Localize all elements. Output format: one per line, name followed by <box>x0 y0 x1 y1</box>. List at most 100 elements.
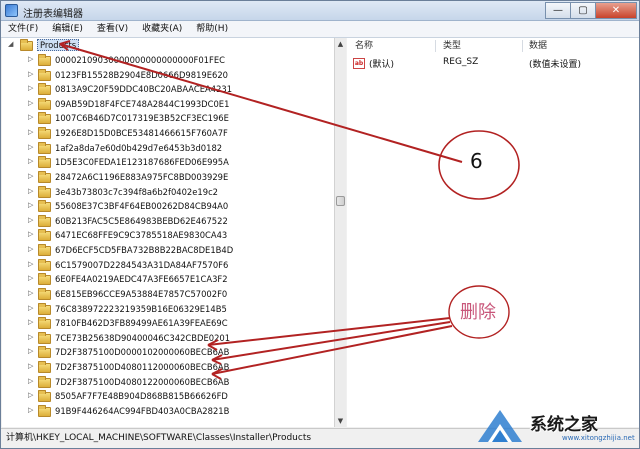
menu-help[interactable]: 帮助(H) <box>189 21 235 37</box>
tree-item[interactable]: ▷ 8505AF7F7E48B904D868B815B66626FD <box>2 390 334 405</box>
expand-arrow-icon[interactable]: ▷ <box>28 113 33 121</box>
expand-arrow-icon[interactable]: ▷ <box>28 260 33 268</box>
expand-arrow-icon[interactable]: ▷ <box>28 143 33 151</box>
delete-annotation-label: 删除 <box>460 302 496 323</box>
tree-item[interactable]: ▷ 09AB59D18F4FCE748A2844C1993DC0E1 <box>2 97 334 113</box>
tree-item[interactable]: ▷ 7D2F3875100D0000102000060BECB6AB <box>2 346 334 361</box>
menu-file[interactable]: 文件(F) <box>1 21 45 37</box>
tree-item[interactable]: ▷ 7D2F3875100D4080112000060BECB6AB <box>2 361 334 376</box>
watermark-logo-icon <box>478 410 522 442</box>
tree-item[interactable]: ▷ 91B9F446264AC994FBD403A0CBA2821B <box>2 404 334 420</box>
tree-item[interactable]: ▷ 3e43b73803c7c394f8a6b2f0402e19c2 <box>2 185 334 201</box>
tree-item-label: 1926E8D15D0BCE53481466615F760A7F <box>55 128 228 139</box>
collapse-arrow-icon[interactable]: ◢ <box>8 40 13 48</box>
menu-favorites[interactable]: 收藏夹(A) <box>135 21 189 37</box>
tree-item[interactable]: ▷ 67D6ECF5CD5FBA732B8B22BAC8DE1B4D <box>2 244 334 259</box>
expand-arrow-icon[interactable]: ▷ <box>28 289 33 297</box>
string-value-icon: ab <box>353 58 365 69</box>
tree-item-label: 6E0FE4A0219AEDC47A3FE6657E1CA3F2 <box>55 274 228 285</box>
tree-item[interactable]: ▷ 60B213FAC5C5E864983BEBD62E467522 <box>2 214 334 230</box>
folder-icon <box>38 214 51 227</box>
tree-item[interactable]: ▷ 6E815EB96CCE9A53884E7857C57002F0 <box>2 287 334 303</box>
expand-arrow-icon[interactable]: ▷ <box>28 55 33 63</box>
folder-icon <box>38 83 51 96</box>
folder-icon <box>38 361 51 374</box>
step-number-label: 6 <box>470 149 483 173</box>
tree-item[interactable]: ▷ 7810FB462D3FB89499AE61A39FEAE69C <box>2 317 334 332</box>
scroll-thumb[interactable] <box>336 196 345 206</box>
tree-item[interactable]: ▷ 00002109030000000000000000F01FEC <box>2 54 334 69</box>
expand-arrow-icon[interactable]: ▷ <box>28 362 33 370</box>
tree-item[interactable]: ▷ 6E0FE4A0219AEDC47A3FE6657E1CA3F2 <box>2 273 334 288</box>
tree-item[interactable]: ▷ 1D5E3C0FEDA1E123187686FED06E995A <box>2 156 334 171</box>
column-separator[interactable] <box>435 40 436 52</box>
expand-arrow-icon[interactable]: ▷ <box>28 216 33 224</box>
expand-arrow-icon[interactable]: ▷ <box>28 230 33 238</box>
expand-arrow-icon[interactable]: ▷ <box>28 274 33 282</box>
expand-arrow-icon[interactable]: ▷ <box>28 245 33 253</box>
tree-item[interactable]: ▷ 1926E8D15D0BCE53481466615F760A7F <box>2 127 334 142</box>
tree-root-row[interactable]: ◢ Products <box>2 39 334 54</box>
expand-arrow-icon[interactable]: ▷ <box>28 128 33 136</box>
watermark-url: www.xitongzhijia.net <box>562 434 635 442</box>
menu-edit[interactable]: 编辑(E) <box>45 21 90 37</box>
tree-item[interactable]: ▷ 0123FB15528B2904E8D0666D9819E620 <box>2 68 334 84</box>
expand-arrow-icon[interactable]: ▷ <box>28 187 33 195</box>
folder-icon <box>38 127 51 140</box>
close-button[interactable]: ✕ <box>595 2 637 19</box>
expand-arrow-icon[interactable]: ▷ <box>28 84 33 92</box>
expand-arrow-icon[interactable]: ▷ <box>28 347 33 355</box>
maximize-button[interactable]: ▢ <box>570 2 596 19</box>
tree-item-label: 1007C6B46D7C017319E3B52CF3EC196E <box>55 113 229 124</box>
column-header-data[interactable]: 数据 <box>529 38 547 54</box>
value-name[interactable]: (默认) <box>369 57 394 70</box>
folder-icon <box>38 54 51 66</box>
expand-arrow-icon[interactable]: ▷ <box>28 201 33 209</box>
tree-item-label: 7D2F3875100D0000102000060BECB6AB <box>55 347 230 358</box>
minimize-button[interactable]: — <box>545 2 571 19</box>
value-data: (数值未设置) <box>529 60 582 70</box>
folder-icon <box>38 170 51 183</box>
column-header-type[interactable]: 类型 <box>443 38 461 54</box>
expand-arrow-icon[interactable]: ▷ <box>28 304 33 312</box>
menu-view[interactable]: 查看(V) <box>90 21 135 37</box>
folder-open-icon <box>20 39 33 51</box>
folder-icon <box>38 346 51 359</box>
tree-item[interactable]: ▷ 0813A9C20F59DDC40BC20ABAACEA4231 <box>2 83 334 98</box>
expand-arrow-icon[interactable]: ▷ <box>28 406 33 414</box>
title-bar: 注册表编辑器 — ▢ ✕ <box>1 1 639 21</box>
tree-item[interactable]: ▷ 1af2a8da7e60d0b429d7e6453b3d0182 <box>2 141 334 157</box>
expand-arrow-icon[interactable]: ▷ <box>28 391 33 399</box>
folder-icon <box>38 141 51 154</box>
expand-arrow-icon[interactable]: ▷ <box>28 333 33 341</box>
folder-icon <box>38 97 51 110</box>
folder-icon <box>38 375 51 388</box>
tree-item[interactable]: ▷ 7CE73B25638D90400046C342CBDE0201 <box>2 331 334 347</box>
expand-arrow-icon[interactable]: ▷ <box>28 70 33 78</box>
tree-item[interactable]: ▷ 6C1579007D2284543A31DA84AF7570F6 <box>2 258 334 274</box>
tree-item-label: 6C1579007D2284543A31DA84AF7570F6 <box>55 259 229 270</box>
expand-arrow-icon[interactable]: ▷ <box>28 172 33 180</box>
regedit-app-icon <box>5 4 18 17</box>
expand-arrow-icon[interactable]: ▷ <box>28 377 33 385</box>
tree-scrollbar[interactable]: ▲ ▼ <box>334 38 346 427</box>
tree-item-label: 76C838972223219359B16E06329E14B5 <box>55 303 227 314</box>
tree-item-label: 28472A6C1196E883A975FC8BD003929E <box>55 171 229 182</box>
expand-arrow-icon[interactable]: ▷ <box>28 318 33 326</box>
expand-arrow-icon[interactable]: ▷ <box>28 99 33 107</box>
tree-item-label: 6471EC68FFE9C9C3785518AE9830CA43 <box>55 230 228 241</box>
column-separator[interactable] <box>522 40 523 52</box>
scroll-down-icon[interactable]: ▼ <box>335 415 346 427</box>
tree-item[interactable]: ▷ 28472A6C1196E883A975FC8BD003929E <box>2 170 334 186</box>
column-header-name[interactable]: 名称 <box>355 38 373 54</box>
tree-item[interactable]: ▷ 7D2F3875100D4080122000060BECB6AB <box>2 375 334 391</box>
tree-item[interactable]: ▷ 1007C6B46D7C017319E3B52CF3EC196E <box>2 112 334 127</box>
tree-item-label: 6E815EB96CCE9A53884E7857C57002F0 <box>55 288 228 299</box>
tree-item[interactable]: ▷ 76C838972223219359B16E06329E14B5 <box>2 302 334 318</box>
watermark-text: 系统之家 <box>530 415 598 435</box>
tree-item[interactable]: ▷ 55608E37C3BF4F64EB00262D84CB94A0 <box>2 200 334 215</box>
tree-item[interactable]: ▷ 6471EC68FFE9C9C3785518AE9830CA43 <box>2 229 334 244</box>
folder-icon <box>38 258 51 271</box>
scroll-up-icon[interactable]: ▲ <box>335 38 346 50</box>
expand-arrow-icon[interactable]: ▷ <box>28 157 33 165</box>
